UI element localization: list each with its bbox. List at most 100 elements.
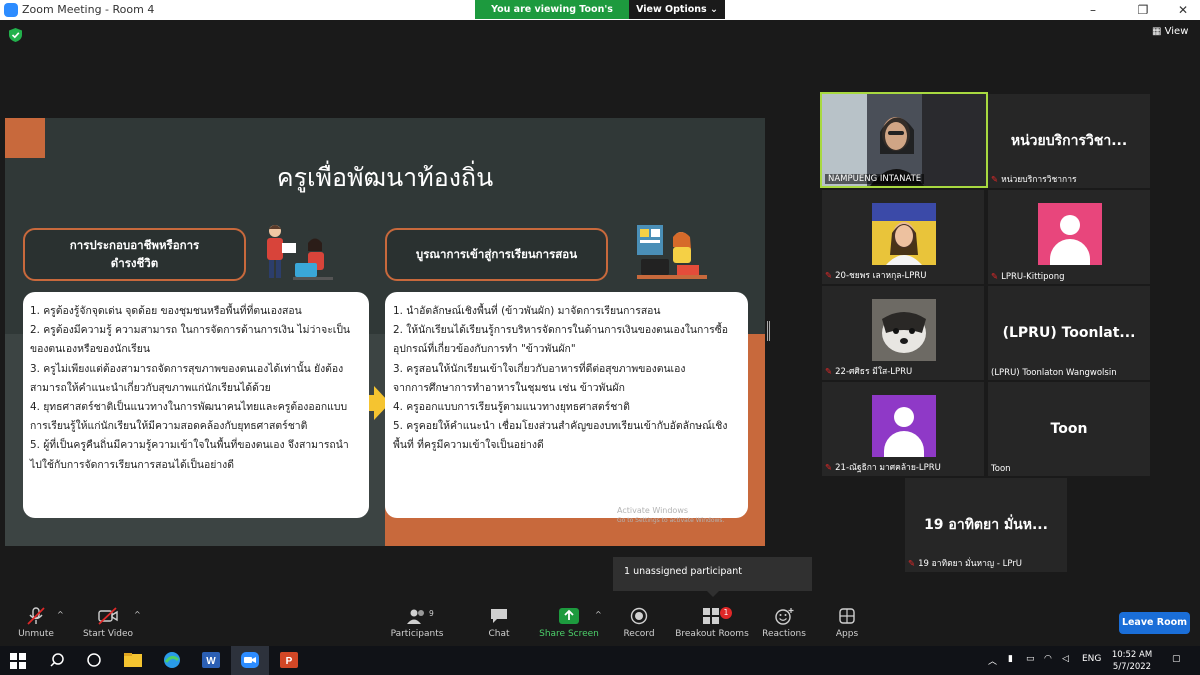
participant-tile[interactable]: ✎ 20-ชยพร เลาหกุล-LPRU [822, 190, 984, 284]
record-button[interactable]: Record [599, 607, 679, 639]
participant-name: 20-ชยพร เลาหกุล-LPRU [835, 271, 927, 281]
windows-start-icon[interactable] [10, 653, 26, 669]
zoom-taskbar-active[interactable] [231, 646, 269, 675]
default-avatar-icon [1038, 203, 1102, 265]
split-resize-handle[interactable] [767, 321, 770, 341]
chat-icon [491, 609, 507, 623]
slide-list-line: 1. นำอัตลักษณ์เชิงพื้นที่ (ข้าวพันผัก) ม… [393, 305, 661, 317]
participant-tile[interactable]: ✎ 21-ณัฐธิกา มาศคล้าย-LPRU [822, 382, 984, 476]
tray-overflow-chevron[interactable]: ︿ [988, 654, 997, 667]
breakout-badge: 1 [720, 607, 732, 619]
input-language[interactable]: ENG [1082, 654, 1101, 664]
record-icon [630, 607, 648, 625]
wifi-icon[interactable]: ◠ [1044, 654, 1052, 664]
task-view-icon[interactable] [83, 650, 105, 670]
participant-tile[interactable]: หน่วยบริการวิชา... ✎ หน่วยบริการวิชาการ [988, 94, 1150, 188]
video-options-chevron[interactable]: ^ [134, 610, 141, 619]
view-layout-button[interactable]: ▦ View [1152, 26, 1188, 37]
participant-tile[interactable]: ✎ LPRU-Kittipong [988, 190, 1150, 284]
word-app-icon[interactable]: W [200, 650, 222, 670]
pill-right-label: บูรณาการเข้าสู่การเรียนการสอน [385, 228, 608, 281]
default-avatar-icon [872, 395, 936, 457]
video-off-icon [98, 607, 118, 625]
audio-options-chevron[interactable]: ^ [57, 610, 64, 619]
muted-mic-icon: ✎ [825, 367, 833, 377]
participant-tile[interactable]: 19 อาทิตยา มั่นห... ✎ 19 อาทิตยา มั่นหาญ … [905, 478, 1067, 572]
breakout-rooms-label: Breakout Rooms [675, 629, 749, 639]
pill-left-label: การประกอบอาชีพหรือการ ดำรงชีวิต [23, 228, 246, 281]
chevron-down-icon: ⌄ [709, 4, 718, 15]
svg-text:P: P [286, 656, 293, 667]
shield-icon[interactable] [9, 28, 22, 42]
unassigned-participant-popup[interactable]: 1 unassigned participant [613, 557, 812, 597]
clock-date: 5/7/2022 [1112, 662, 1152, 672]
participant-name: Toon [991, 464, 1011, 474]
left-item-list: 1. ครูต้องรู้จักจุดเด่น จุดด้อย ของชุมชน… [30, 302, 361, 475]
view-options-label: View Options [636, 4, 707, 15]
search-icon[interactable] [48, 650, 70, 670]
participant-name: (LPRU) Toonlaton Wangwolsin [991, 368, 1117, 378]
slide-list-line: สามารถให้คำแนะนำเกี่ยวกับสุขภาพแก่นักเรี… [30, 381, 271, 394]
muted-mic-icon: ✎ [908, 559, 916, 569]
apps-label: Apps [835, 629, 859, 639]
view-options-button[interactable]: View Options ⌄ [629, 0, 725, 19]
unmute-button[interactable]: Unmute [0, 607, 76, 639]
slide-list-line: 3. ครูสอนให้นักเรียนเข้าใจเกี่ยวกับอาหาร… [393, 362, 686, 375]
muted-mic-icon: ✎ [825, 463, 833, 473]
activate-windows-watermark: Activate Windows Go to Settings to activ… [617, 506, 724, 526]
participant-tile[interactable]: (LPRU) Toonlat... (LPRU) Toonlaton Wangw… [988, 286, 1150, 380]
watermark-subtitle: Go to Settings to activate Windows. [617, 517, 725, 524]
file-explorer-icon[interactable] [122, 650, 144, 670]
slide-list-line: การเรียนรู้ให้แก่นักเรียนให้มีความสอดคล้… [30, 420, 308, 433]
slide-list-line: 4. ครูออกแบบการเรียนรู้ตามแนวทางยุทธศาสต… [393, 401, 630, 414]
apps-icon [839, 608, 855, 624]
slide-heading: ครูเพื่อพัฒนาท้องถิ่น [276, 163, 494, 192]
close-button[interactable]: ✕ [1168, 1, 1198, 19]
chat-button[interactable]: Chat [459, 607, 539, 639]
powerpoint-app-icon[interactable]: P [278, 650, 300, 670]
participant-tile[interactable]: ✎ 22-ศศิธร มีใส-LPRU [822, 286, 984, 380]
webcam-video [822, 94, 986, 186]
microphone-tray-icon[interactable]: ▮ [1008, 654, 1013, 664]
participant-tile[interactable]: NAMPUENG INTANATE [820, 92, 988, 188]
participant-tile[interactable]: Toon Toon [988, 382, 1150, 476]
participant-display-name: Toon [1050, 421, 1088, 437]
participant-name: LPRU-Kittipong [1001, 272, 1065, 282]
svg-text:W: W [206, 656, 216, 667]
participants-count: 9 [429, 609, 434, 618]
participant-name: 21-ณัฐธิกา มาศคล้าย-LPRU [835, 463, 941, 473]
slide-list-line: อุปกรณ์ที่เกี่ยวข้องกับการทำ "ข้าวพันผัก… [393, 343, 576, 356]
participant-name: หน่วยบริการวิชาการ [1001, 175, 1077, 185]
volume-icon[interactable]: ◁ [1062, 654, 1069, 664]
leave-room-button[interactable]: Leave Room [1119, 612, 1190, 634]
apps-button[interactable]: Apps [807, 607, 887, 639]
start-video-label: Start Video [82, 629, 134, 639]
title-bar: Zoom Meeting - Room 4 You are viewing To… [0, 0, 1200, 34]
breakout-rooms-button[interactable]: 1 Breakout Rooms [672, 607, 752, 639]
shared-slide: ครูเพื่อพัฒนาท้องถิ่น การประกอบอาชีพหรือ… [5, 118, 765, 546]
record-label: Record [623, 629, 655, 639]
muted-mic-icon: ✎ [825, 271, 833, 281]
participants-button[interactable]: 9 Participants [377, 607, 457, 639]
meeting-stage: ▦ View ครูเพื่อพัฒนาท้องถิ่น การประกอบอา… [0, 20, 1200, 603]
window-title: Zoom Meeting - Room 4 [22, 3, 155, 16]
system-clock[interactable]: 10:52 AM 5/7/2022 [1110, 649, 1154, 673]
slide-list-line: 4. ยุทธศาสตร์ชาติเป็นแนวทางในการพัฒนาคนไ… [30, 401, 348, 414]
participant-photo [872, 299, 936, 361]
clock-time: 10:52 AM [1111, 650, 1153, 660]
zoom-window: Zoom Meeting - Room 4 You are viewing To… [0, 0, 1200, 675]
zoom-app-icon [241, 652, 259, 668]
slide-list-line: พื้นที่ ที่ครูมีความเข้าใจเป็นอย่างดี [393, 439, 544, 452]
participants-icon [407, 609, 424, 624]
reactions-label: Reactions [762, 629, 806, 639]
viewing-screen-label: You are viewing Toon's screen [475, 0, 629, 34]
screen-share-banner: You are viewing Toon's screen View Optio… [475, 0, 725, 34]
battery-icon[interactable]: ▭ [1026, 654, 1035, 664]
maximize-button[interactable]: ❐ [1128, 1, 1158, 19]
minimize-button[interactable]: – [1078, 1, 1108, 19]
notifications-icon[interactable]: ▢ [1172, 654, 1181, 664]
slide-list-line: 3. ครูไม่เพียงแต่ต้องสามารถจัดการสุขภาพข… [30, 362, 344, 375]
edge-browser-icon[interactable] [161, 650, 183, 670]
slide-list-line: 1. ครูต้องรู้จักจุดเด่น จุดด้อย ของชุมชน… [30, 305, 302, 317]
view-layout-label: View [1164, 26, 1189, 37]
